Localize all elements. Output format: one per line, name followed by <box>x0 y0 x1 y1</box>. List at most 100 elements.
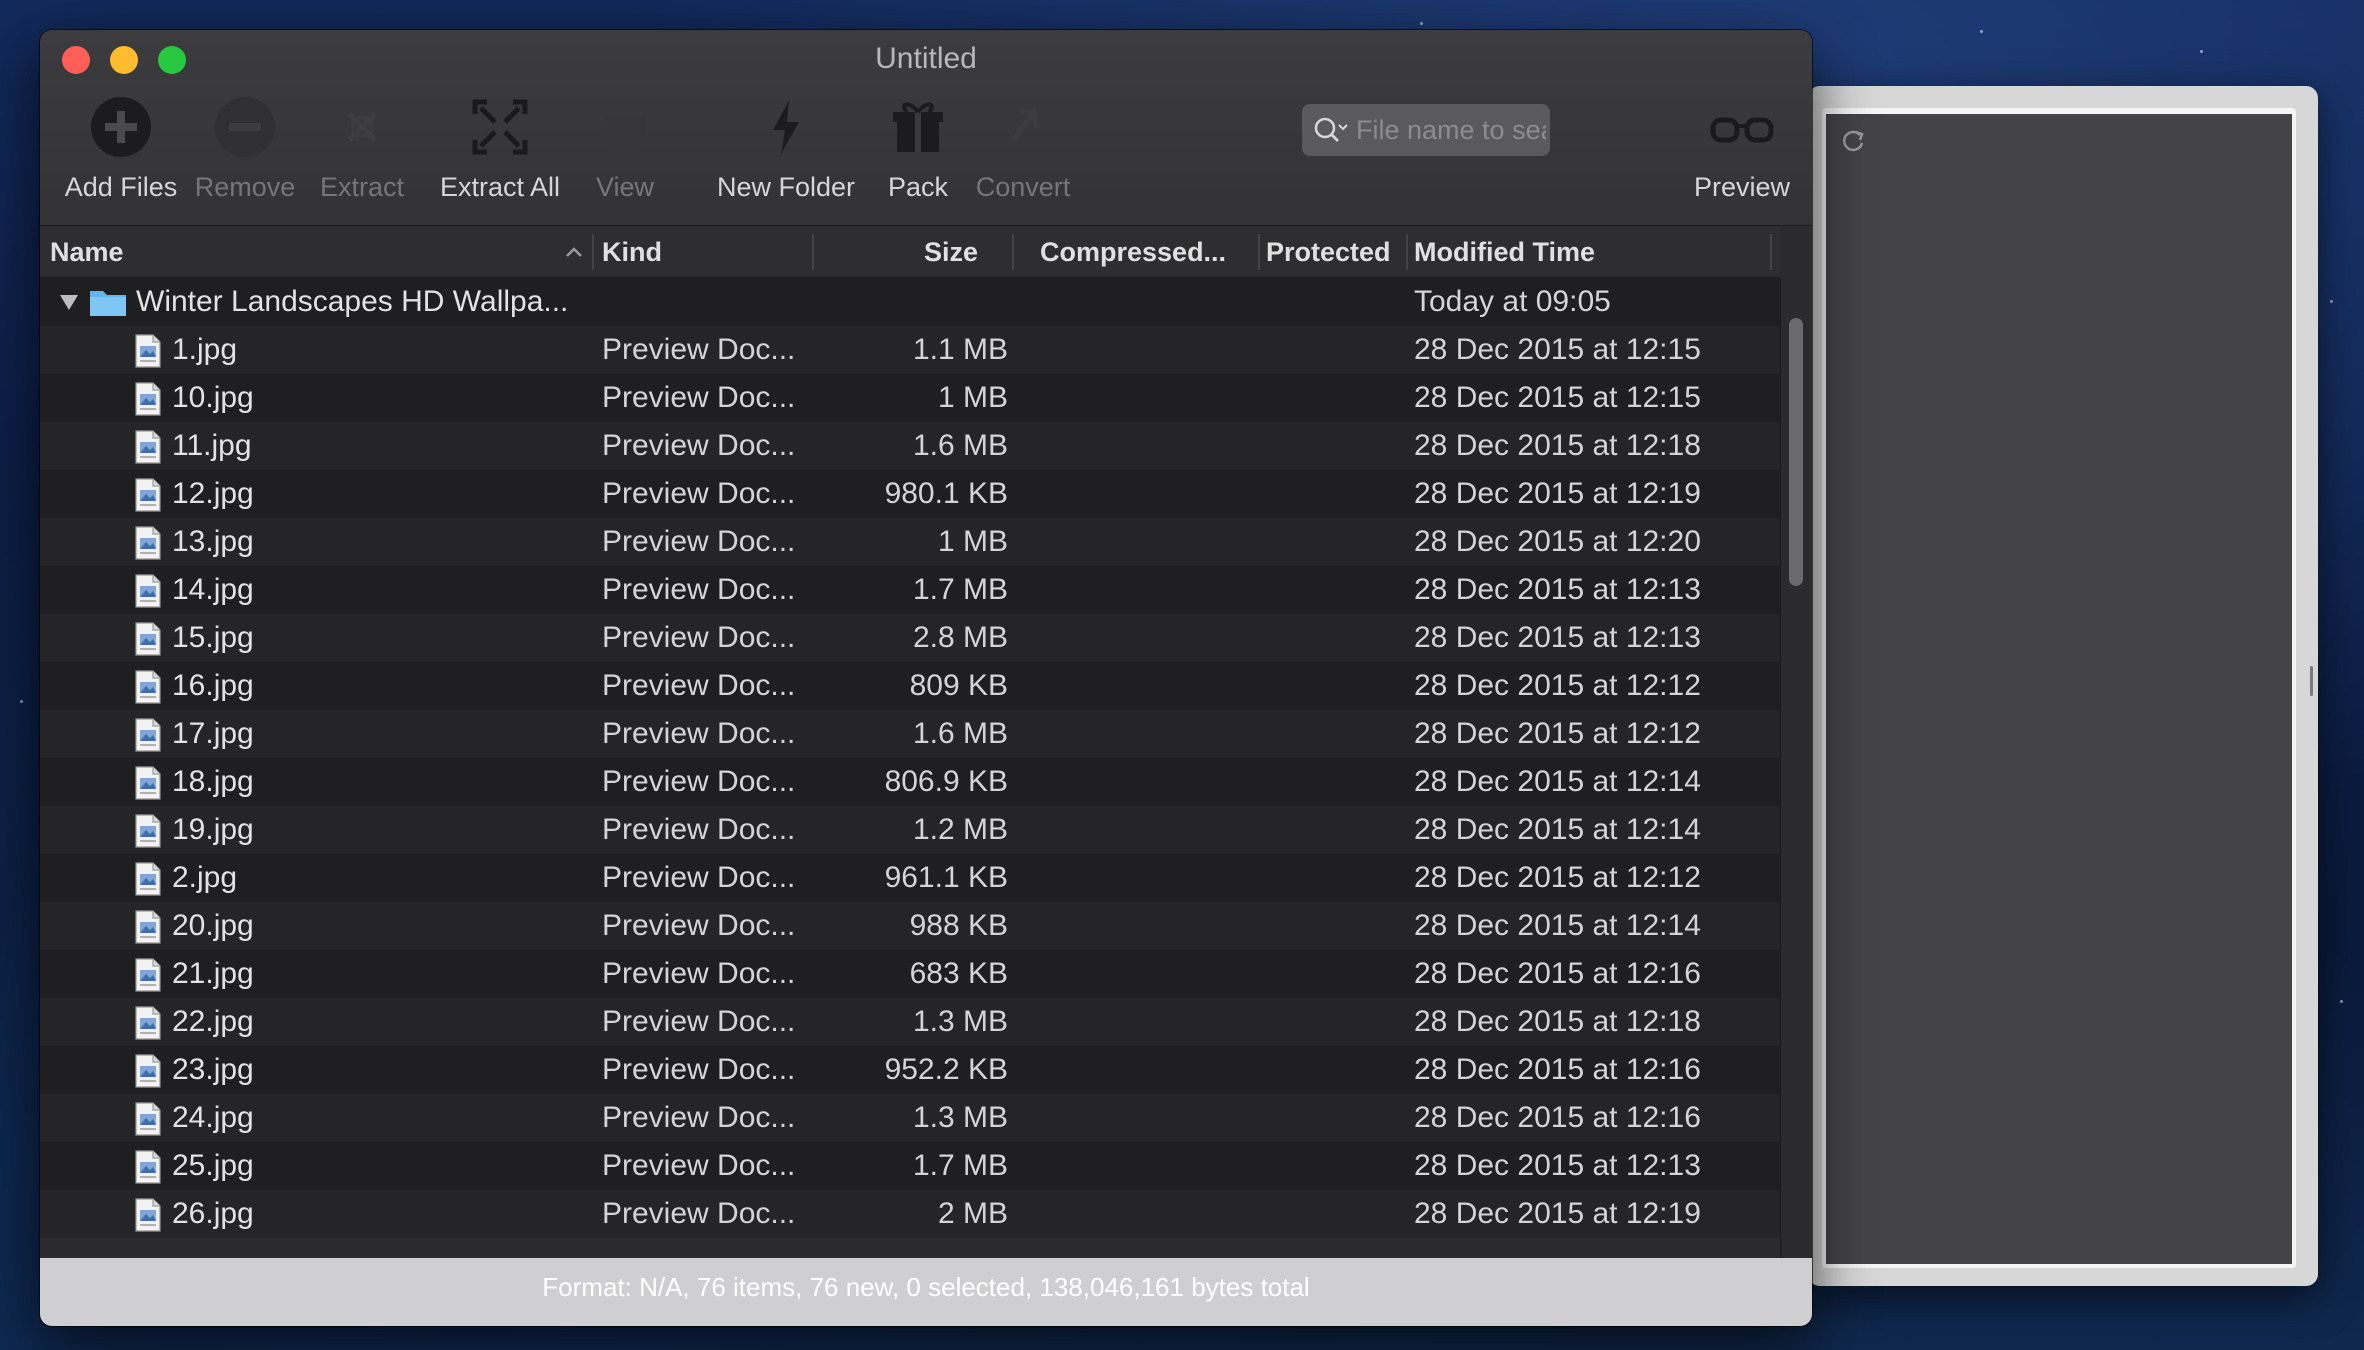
jpeg-file-icon <box>134 478 162 512</box>
view-button[interactable]: View <box>582 92 668 212</box>
file-modified: 28 Dec 2015 at 12:15 <box>1414 381 1701 414</box>
pack-button[interactable]: Pack <box>870 92 966 212</box>
column-header-modified[interactable]: Modified Time <box>1414 226 1595 278</box>
file-row[interactable]: 22.jpg Preview Doc... 1.3 MB 28 Dec 2015 at… <box>40 998 1780 1046</box>
file-row[interactable]: 23.jpg Preview Doc... 952.2 KB 28 Dec 2015 … <box>40 1046 1780 1094</box>
column-header-protected[interactable]: Protected <box>1266 226 1391 278</box>
file-kind: Preview Doc... <box>602 477 796 510</box>
search-field[interactable] <box>1302 104 1550 156</box>
vertical-scrollbar[interactable] <box>1780 278 1812 1258</box>
file-name: 14.jpg <box>172 573 254 606</box>
file-row[interactable]: 26.jpg Preview Doc... 2 MB 28 Dec 2015 at 1… <box>40 1190 1780 1238</box>
file-row[interactable]: 19.jpg Preview Doc... 1.2 MB 28 Dec 2015 at… <box>40 806 1780 854</box>
column-header-compressed[interactable]: Compressed... <box>1040 226 1226 278</box>
add-icon <box>86 92 156 162</box>
new-folder-button[interactable]: New Folder <box>668 92 904 212</box>
column-separator[interactable] <box>1012 234 1014 270</box>
column-separator[interactable] <box>812 234 814 270</box>
desktop-star <box>20 700 23 703</box>
file-modified: 28 Dec 2015 at 12:19 <box>1414 1197 1701 1230</box>
file-row[interactable]: 1.jpg Preview Doc... 1.1 MB 28 Dec 2015 at … <box>40 326 1780 374</box>
file-row[interactable]: 10.jpg Preview Doc... 1 MB 28 Dec 2015 at 1… <box>40 374 1780 422</box>
file-row[interactable]: 13.jpg Preview Doc... 1 MB 28 Dec 2015 at 1… <box>40 518 1780 566</box>
column-header-kind[interactable]: Kind <box>602 226 662 278</box>
jpeg-file-icon <box>134 430 162 464</box>
resize-grip[interactable] <box>2310 666 2313 696</box>
preview-button[interactable]: Preview <box>1682 92 1802 212</box>
file-size: 806.9 KB <box>884 765 1008 798</box>
file-name: 21.jpg <box>172 957 254 990</box>
file-row[interactable]: 20.jpg Preview Doc... 988 KB 28 Dec 2015 at… <box>40 902 1780 950</box>
desktop-star <box>1980 30 1983 33</box>
file-size: 1.2 MB <box>912 813 1008 846</box>
file-size: 809 KB <box>909 669 1008 702</box>
file-row[interactable]: 12.jpg Preview Doc... 980.1 KB 28 Dec 2015 … <box>40 470 1780 518</box>
convert-label: Convert <box>975 172 1071 202</box>
file-name: 10.jpg <box>172 381 254 414</box>
file-size: 683 KB <box>909 957 1008 990</box>
file-row[interactable]: 21.jpg Preview Doc... 683 KB 28 Dec 2015 at… <box>40 950 1780 998</box>
column-separator[interactable] <box>1406 234 1408 270</box>
file-kind: Preview Doc... <box>602 621 796 654</box>
column-separator[interactable] <box>1770 234 1772 270</box>
pack-label: Pack <box>887 172 949 202</box>
file-size: 1.6 MB <box>912 429 1008 462</box>
search-input[interactable] <box>1356 114 1546 146</box>
lightning-icon <box>751 92 821 162</box>
preview-label: Preview <box>1693 172 1791 202</box>
column-separator[interactable] <box>1258 234 1260 270</box>
add-files-button[interactable]: Add Files <box>62 92 180 212</box>
scrollbar-thumb[interactable] <box>1789 318 1803 586</box>
file-row[interactable]: 11.jpg Preview Doc... 1.6 MB 28 Dec 2015 at… <box>40 422 1780 470</box>
convert-button[interactable]: Convert <box>964 92 1082 212</box>
file-kind: Preview Doc... <box>602 765 796 798</box>
jpeg-file-icon <box>134 1006 162 1040</box>
extract-all-label: Extract All <box>439 172 561 202</box>
remove-button[interactable]: Remove <box>190 92 300 212</box>
file-row[interactable]: 17.jpg Preview Doc... 1.6 MB 28 Dec 2015 at… <box>40 710 1780 758</box>
file-size: 2.8 MB <box>912 621 1008 654</box>
file-name: 23.jpg <box>172 1053 254 1086</box>
file-row[interactable]: 2.jpg Preview Doc... 961.1 KB 28 Dec 2015 a… <box>40 854 1780 902</box>
disclosure-triangle-icon[interactable] <box>58 292 80 312</box>
file-modified: 28 Dec 2015 at 12:12 <box>1414 669 1701 702</box>
file-row[interactable]: 24.jpg Preview Doc... 1.3 MB 28 Dec 2015 at… <box>40 1094 1780 1142</box>
file-row[interactable]: 14.jpg Preview Doc... 1.7 MB 28 Dec 2015 at… <box>40 566 1780 614</box>
file-kind: Preview Doc... <box>602 1101 796 1134</box>
file-size: 980.1 KB <box>884 477 1008 510</box>
remove-icon <box>210 92 280 162</box>
sort-ascending-icon[interactable] <box>562 240 586 264</box>
jpeg-file-icon <box>134 1054 162 1088</box>
convert-icon <box>988 92 1058 162</box>
file-kind: Preview Doc... <box>602 429 796 462</box>
status-bar: Format: N/A, 76 items, 76 new, 0 selecte… <box>40 1258 1812 1326</box>
jpeg-file-icon <box>134 718 162 752</box>
file-row[interactable]: 18.jpg Preview Doc... 806.9 KB 28 Dec 2015 … <box>40 758 1780 806</box>
file-size: 1.1 MB <box>912 333 1008 366</box>
file-name: 19.jpg <box>172 813 254 846</box>
file-modified: 28 Dec 2015 at 12:19 <box>1414 477 1701 510</box>
file-row[interactable]: 16.jpg Preview Doc... 809 KB 28 Dec 2015 at… <box>40 662 1780 710</box>
file-size: 1 MB <box>937 525 1008 558</box>
file-kind: Preview Doc... <box>602 909 796 942</box>
file-kind: Preview Doc... <box>602 1197 796 1230</box>
file-row[interactable]: 25.jpg Preview Doc... 1.7 MB 28 Dec 2015 at… <box>40 1142 1780 1190</box>
extract-button[interactable]: Extract <box>310 92 414 212</box>
file-name: 17.jpg <box>172 717 254 750</box>
column-header-size[interactable]: Size <box>924 226 978 278</box>
column-header-name[interactable]: Name <box>50 226 124 278</box>
toolbar: Untitled Add Files Remove Extract Extrac… <box>40 30 1812 226</box>
file-size: 1.7 MB <box>912 573 1008 606</box>
extract-all-button[interactable]: Extract All <box>424 92 576 212</box>
desktop-star <box>2200 50 2203 53</box>
file-name: 2.jpg <box>172 861 238 894</box>
file-size: 1.3 MB <box>912 1005 1008 1038</box>
folder-row[interactable]: Winter Landscapes HD Wallpa... Today at … <box>40 278 1780 326</box>
jpeg-file-icon <box>134 382 162 416</box>
file-row[interactable]: 15.jpg Preview Doc... 2.8 MB 28 Dec 2015 at… <box>40 614 1780 662</box>
file-size: 952.2 KB <box>884 1053 1008 1086</box>
column-separator[interactable] <box>592 234 594 270</box>
file-name: 13.jpg <box>172 525 254 558</box>
refresh-icon[interactable] <box>1838 126 1868 156</box>
file-modified: 28 Dec 2015 at 12:12 <box>1414 861 1701 894</box>
